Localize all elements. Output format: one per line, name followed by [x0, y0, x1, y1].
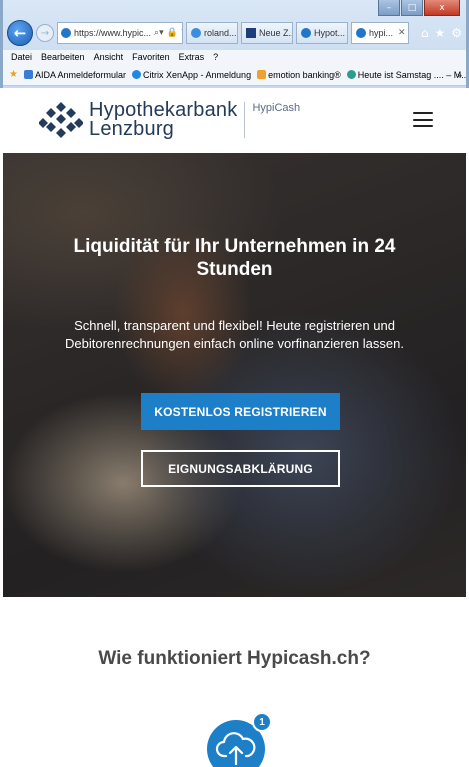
favorite-link[interactable]: AIDA Anmeldeformular — [23, 69, 127, 80]
ie-favicon-icon — [191, 28, 201, 38]
hero-background-image — [3, 153, 466, 597]
refresh-icon[interactable]: ↻ — [181, 28, 182, 38]
favorite-label: Citrix XenApp - Anmeldung — [143, 69, 252, 80]
favorite-label: emotion banking® — [268, 69, 341, 80]
site-header: Hypothekarbank Lenzburg HypiCash — [3, 88, 466, 153]
gear-icon[interactable]: ⚙ — [451, 26, 462, 40]
hero-section: Liquidität für Ihr Unternehmen in 24 Stu… — [3, 153, 466, 597]
menu-item-favoriten[interactable]: Favoriten — [132, 52, 170, 62]
address-text: https://www.hypic... — [74, 28, 152, 38]
menu-bar: Datei Bearbeiten Ansicht Favoriten Extra… — [3, 50, 466, 64]
browser-tab[interactable]: Hypot... — [296, 22, 348, 44]
hero-subtitle: Schnell, transparent und flexibel! Heute… — [65, 318, 404, 351]
brand-logo[interactable]: Hypothekarbank Lenzburg HypiCash — [39, 100, 300, 140]
favorite-link[interactable]: Heute ist Samstag .... – M... — [346, 69, 466, 80]
arrow-left-icon: ← — [13, 24, 27, 42]
browser-tools: ⌂ ★ ⚙ — [421, 26, 462, 40]
browser-tab-active[interactable]: hypi... ✕ — [351, 22, 409, 44]
browser-window-chrome: – □ x ← → https://www.hypic... ⌕▾ 🔒 ↻ ro… — [0, 0, 469, 88]
chevron-more-icon[interactable]: » — [457, 70, 462, 80]
menu-hamburger-icon[interactable] — [413, 112, 433, 127]
web-page: Hypothekarbank Lenzburg HypiCash Liquidi… — [3, 88, 466, 767]
arrow-right-icon: → — [40, 27, 50, 39]
heute-favicon-icon — [346, 70, 356, 79]
menu-item-bearbeiten[interactable]: Bearbeiten — [41, 52, 85, 62]
favorites-bar: ★ AIDA Anmeldeformular Citrix XenApp - A… — [3, 64, 466, 86]
back-button[interactable]: ← — [7, 20, 33, 46]
browser-tab[interactable]: Neue Z... — [241, 22, 293, 44]
navigation-row: ← → https://www.hypic... ⌕▾ 🔒 ↻ roland..… — [7, 18, 462, 48]
site-favicon-icon — [61, 28, 71, 38]
favorites-star-icon[interactable]: ★ — [9, 69, 18, 80]
bank-name-line2: Lenzburg — [89, 118, 174, 140]
eligibility-check-button[interactable]: EIGNUNGSABKLÄRUNG — [141, 450, 340, 487]
window-controls: – □ x — [378, 0, 460, 18]
step-number-badge: 1 — [252, 712, 272, 732]
browser-tab[interactable]: roland... — [186, 22, 238, 44]
favorite-label: AIDA Anmeldeformular — [34, 69, 127, 80]
forward-button[interactable]: → — [36, 24, 54, 42]
close-window-button[interactable]: x — [424, 0, 460, 16]
menu-item-help[interactable]: ? — [213, 52, 218, 62]
aida-favicon-icon — [23, 70, 33, 79]
menu-item-ansicht[interactable]: Ansicht — [94, 52, 124, 62]
hypi-favicon-icon — [356, 28, 366, 38]
how-it-works-heading: Wie funktioniert Hypicash.ch? — [98, 648, 371, 669]
lock-icon: 🔒 — [166, 28, 178, 38]
favorite-link[interactable]: Citrix XenApp - Anmeldung — [132, 70, 251, 80]
hypot-favicon-icon — [301, 28, 311, 38]
search-icon[interactable]: ⌕▾ — [154, 28, 164, 38]
logo-divider — [244, 102, 246, 138]
bank-logo-icon — [39, 102, 83, 138]
citrix-favicon-icon — [132, 70, 142, 79]
star-icon[interactable]: ★ — [434, 26, 445, 40]
maximize-button[interactable]: □ — [401, 0, 423, 16]
tab-label: Hypot... — [314, 28, 346, 38]
hero-title: Liquidität für Ihr Unternehmen in 24 Stu… — [73, 236, 396, 280]
tab-label: roland... — [204, 28, 237, 38]
close-tab-icon[interactable]: ✕ — [398, 28, 406, 38]
home-icon[interactable]: ⌂ — [421, 26, 429, 40]
tab-label: Neue Z... — [259, 28, 293, 38]
favorite-link[interactable]: emotion banking® — [257, 70, 341, 80]
tab-label: hypi... — [369, 28, 394, 38]
product-name: HypiCash — [252, 102, 301, 114]
register-button[interactable]: KOSTENLOS REGISTRIEREN — [141, 393, 340, 430]
bank-name: Hypothekarbank Lenzburg — [89, 100, 237, 140]
nz-favicon-icon — [246, 28, 256, 38]
emotion-favicon-icon — [257, 70, 267, 79]
minimize-button[interactable]: – — [378, 0, 400, 16]
favorite-label: Heute ist Samstag .... – M... — [357, 69, 466, 80]
address-bar[interactable]: https://www.hypic... ⌕▾ 🔒 ↻ — [57, 22, 183, 44]
menu-item-datei[interactable]: Datei — [11, 52, 32, 62]
menu-item-extras[interactable]: Extras — [179, 52, 205, 62]
